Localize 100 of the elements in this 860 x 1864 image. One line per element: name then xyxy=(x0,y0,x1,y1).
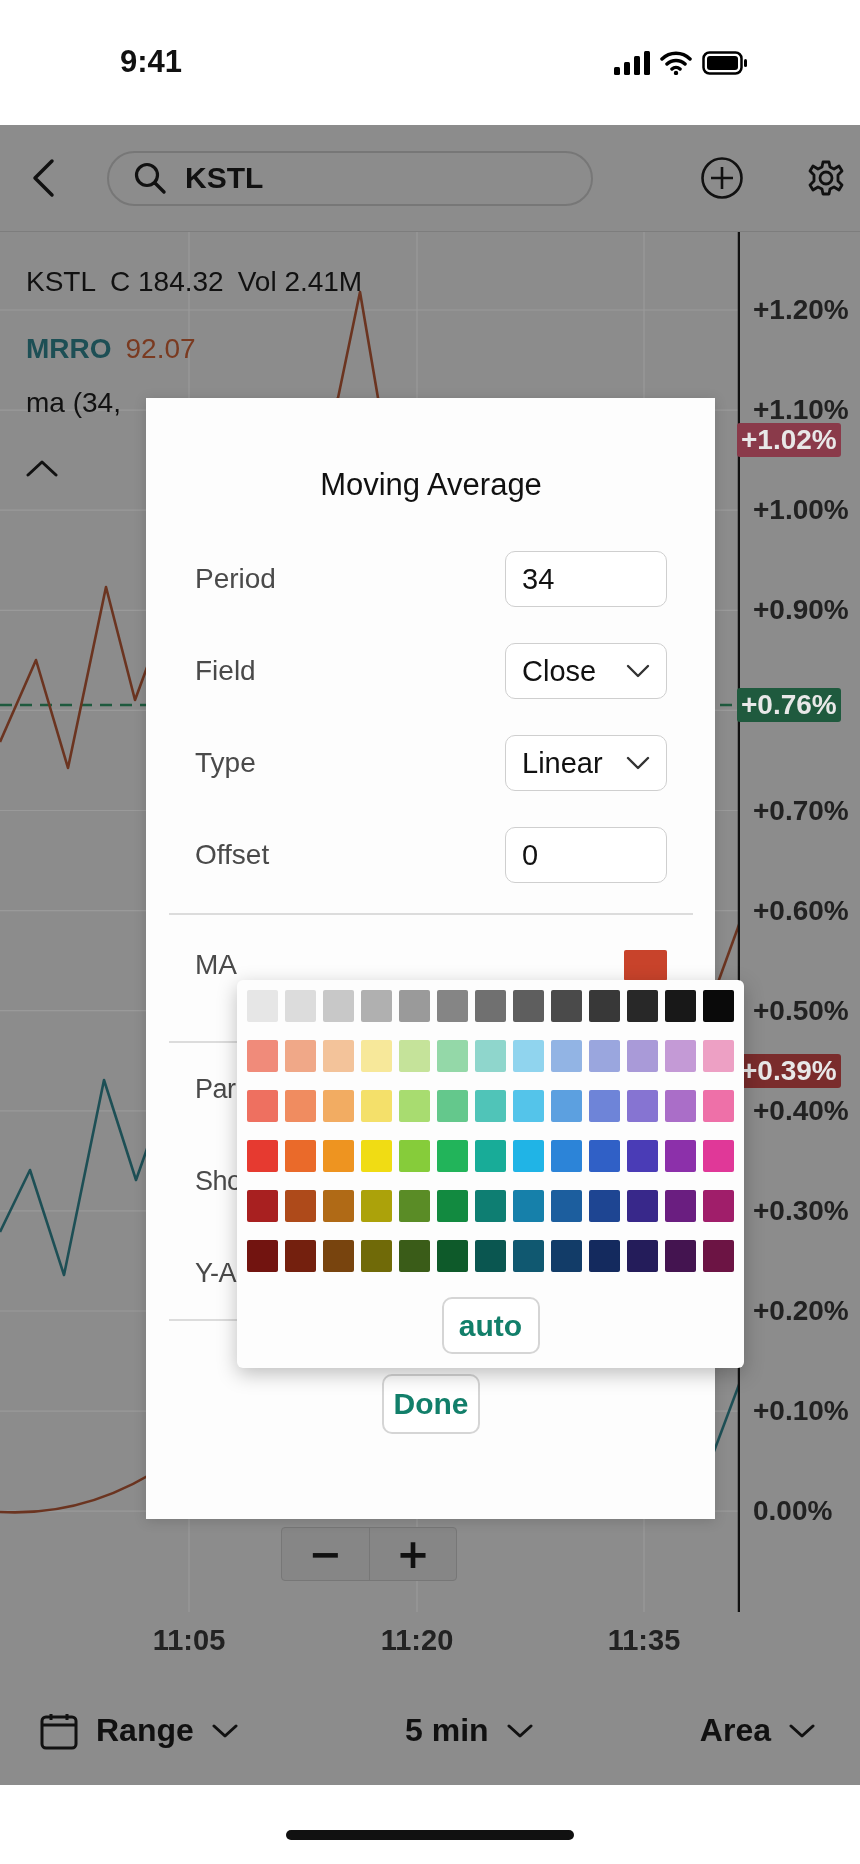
axis-label: +0.10% xyxy=(753,1394,849,1429)
color-swatch[interactable] xyxy=(627,1040,658,1072)
signal-icon xyxy=(614,50,650,75)
color-swatch[interactable] xyxy=(361,990,392,1022)
toolbar-dropdown[interactable]: Area xyxy=(699,1712,815,1749)
color-swatch[interactable] xyxy=(247,1140,278,1172)
color-swatch[interactable] xyxy=(665,1140,696,1172)
color-swatch[interactable] xyxy=(361,1040,392,1072)
color-swatch[interactable] xyxy=(247,1190,278,1222)
color-swatch[interactable] xyxy=(703,1240,734,1272)
color-swatch[interactable] xyxy=(589,1190,620,1222)
color-swatch[interactable] xyxy=(665,990,696,1022)
color-swatch[interactable] xyxy=(589,1090,620,1122)
auto-button[interactable]: auto xyxy=(441,1297,540,1354)
color-swatch[interactable] xyxy=(437,1240,468,1272)
color-swatch[interactable] xyxy=(513,1040,544,1072)
color-swatch[interactable] xyxy=(627,1090,658,1122)
color-swatch[interactable] xyxy=(513,1140,544,1172)
color-swatch[interactable] xyxy=(399,990,430,1022)
select-dropdown[interactable]: Close xyxy=(505,643,667,699)
color-swatch[interactable] xyxy=(703,1140,734,1172)
color-swatch[interactable] xyxy=(551,1040,582,1072)
color-swatch[interactable] xyxy=(665,1190,696,1222)
color-swatch[interactable] xyxy=(285,1140,316,1172)
color-swatch[interactable] xyxy=(703,990,734,1022)
color-swatch[interactable] xyxy=(361,1240,392,1272)
color-swatch[interactable] xyxy=(513,1190,544,1222)
color-swatch[interactable] xyxy=(589,1140,620,1172)
color-swatch[interactable] xyxy=(513,1090,544,1122)
color-swatch[interactable] xyxy=(323,1240,354,1272)
color-swatch[interactable] xyxy=(703,1040,734,1072)
field-label: Y-A xyxy=(195,1257,237,1289)
color-swatch[interactable] xyxy=(627,1240,658,1272)
color-swatch[interactable] xyxy=(624,949,667,981)
color-swatch[interactable] xyxy=(323,1140,354,1172)
input-field[interactable]: 0 xyxy=(505,827,667,883)
color-swatch[interactable] xyxy=(399,1040,430,1072)
color-swatch[interactable] xyxy=(513,990,544,1022)
input-field[interactable]: 34 xyxy=(505,551,667,607)
color-swatch[interactable] xyxy=(285,1090,316,1122)
toolbar-dropdown[interactable]: Range xyxy=(40,1711,238,1750)
color-swatch[interactable] xyxy=(703,1190,734,1222)
color-swatch[interactable] xyxy=(323,1190,354,1222)
color-swatch[interactable] xyxy=(703,1090,734,1122)
color-swatch[interactable] xyxy=(475,1040,506,1072)
color-swatch[interactable] xyxy=(551,1140,582,1172)
zoom-button[interactable]: − xyxy=(282,1528,369,1580)
color-swatch[interactable] xyxy=(475,1190,506,1222)
color-swatch[interactable] xyxy=(285,1240,316,1272)
color-swatch[interactable] xyxy=(285,1190,316,1222)
color-swatch[interactable] xyxy=(665,1040,696,1072)
color-swatch[interactable] xyxy=(399,1140,430,1172)
color-swatch[interactable] xyxy=(285,1040,316,1072)
color-swatch[interactable] xyxy=(475,1240,506,1272)
color-swatch[interactable] xyxy=(247,1090,278,1122)
color-swatch[interactable] xyxy=(247,1040,278,1072)
color-swatch[interactable] xyxy=(665,1090,696,1122)
color-swatch[interactable] xyxy=(399,1240,430,1272)
back-icon[interactable] xyxy=(30,158,56,198)
color-swatch[interactable] xyxy=(627,1140,658,1172)
settings-icon[interactable] xyxy=(807,159,845,197)
color-swatch[interactable] xyxy=(399,1190,430,1222)
color-swatch[interactable] xyxy=(361,1140,392,1172)
color-swatch[interactable] xyxy=(437,1090,468,1122)
zoom-button[interactable]: + xyxy=(369,1528,456,1580)
color-swatch[interactable] xyxy=(589,1040,620,1072)
color-swatch[interactable] xyxy=(589,990,620,1022)
color-swatch[interactable] xyxy=(551,1240,582,1272)
color-swatch[interactable] xyxy=(285,990,316,1022)
done-button[interactable]: Done xyxy=(382,1374,480,1434)
color-swatch[interactable] xyxy=(551,1190,582,1222)
caret-up-icon[interactable] xyxy=(26,459,58,477)
color-swatch[interactable] xyxy=(513,1240,544,1272)
color-swatch[interactable] xyxy=(627,1190,658,1222)
color-swatch[interactable] xyxy=(361,1090,392,1122)
color-swatch[interactable] xyxy=(323,990,354,1022)
color-swatch[interactable] xyxy=(399,1090,430,1122)
color-swatch[interactable] xyxy=(247,1240,278,1272)
axis-label: +0.90% xyxy=(753,593,849,628)
color-swatch[interactable] xyxy=(589,1240,620,1272)
color-swatch[interactable] xyxy=(437,990,468,1022)
color-swatch[interactable] xyxy=(551,990,582,1022)
color-swatch[interactable] xyxy=(437,1140,468,1172)
color-swatch[interactable] xyxy=(627,990,658,1022)
select-dropdown[interactable]: Linear xyxy=(505,735,667,791)
color-swatch[interactable] xyxy=(665,1240,696,1272)
color-swatch[interactable] xyxy=(475,990,506,1022)
home-indicator[interactable] xyxy=(286,1829,574,1840)
color-swatch[interactable] xyxy=(551,1090,582,1122)
color-swatch[interactable] xyxy=(475,1140,506,1172)
color-swatch[interactable] xyxy=(323,1090,354,1122)
color-swatch[interactable] xyxy=(323,1040,354,1072)
color-swatch[interactable] xyxy=(437,1040,468,1072)
search-field[interactable]: KSTL xyxy=(107,150,593,206)
time-label: 11:20 xyxy=(379,1624,455,1657)
add-icon[interactable] xyxy=(700,156,744,200)
color-swatch[interactable] xyxy=(361,1190,392,1222)
color-swatch[interactable] xyxy=(475,1090,506,1122)
toolbar-dropdown[interactable]: 5 min xyxy=(405,1712,533,1749)
color-swatch[interactable] xyxy=(437,1190,468,1222)
